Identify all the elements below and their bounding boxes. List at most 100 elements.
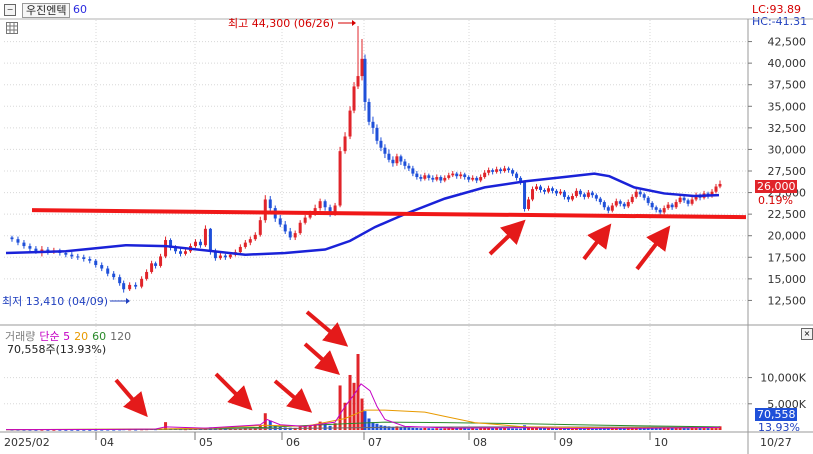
candle-body (22, 242, 26, 247)
candle-body (238, 246, 242, 253)
candle-body (630, 196, 634, 203)
candle-body (614, 201, 618, 206)
candle-body (546, 188, 550, 192)
candle-body (415, 173, 419, 178)
candle-body (483, 172, 487, 178)
volume-bar (503, 428, 507, 430)
candle-body (150, 263, 154, 272)
candle-body (662, 208, 666, 213)
price-tick-label: 37,500 (768, 79, 807, 92)
candle-body (562, 191, 566, 197)
candle-body (64, 252, 68, 255)
candle-body (574, 190, 578, 197)
candle-body (638, 191, 642, 195)
candle-body (658, 209, 662, 213)
volume-bar (475, 428, 479, 430)
volume-bar (491, 428, 495, 430)
candle-body (475, 177, 479, 181)
volume-bar (479, 428, 483, 430)
candle-body (159, 256, 163, 266)
candle-body (455, 173, 459, 177)
annotation-arrow (273, 379, 313, 413)
volume-bar (415, 428, 419, 430)
candle-body (128, 284, 132, 290)
volume-bar (375, 423, 379, 430)
candle-body (558, 191, 562, 194)
candle-body (154, 263, 158, 266)
candle-body (122, 283, 126, 290)
volume-bar (554, 428, 558, 430)
volume-bar (467, 428, 471, 430)
candle-body (594, 195, 598, 199)
last-volume-tag: 70,558 (755, 408, 797, 421)
candle-body (134, 284, 138, 287)
candle-body (28, 246, 32, 249)
candle-body (367, 101, 371, 122)
candle-body (268, 199, 272, 209)
candle-body (622, 203, 626, 207)
x-tick-label: 04 (100, 436, 114, 449)
candle-body (626, 202, 630, 207)
candle-body (411, 168, 415, 174)
volume-bar (348, 374, 352, 430)
volume-bar (419, 428, 423, 430)
candle-body (431, 177, 435, 180)
volume-bar (360, 398, 364, 430)
candle-body (523, 182, 527, 209)
close-icon[interactable]: × (801, 328, 813, 340)
candle-body (447, 175, 451, 178)
candle-body (566, 196, 570, 200)
price-tick-label: 15,000 (768, 273, 807, 286)
annotation-arrow (214, 372, 253, 411)
volume-bar (698, 428, 702, 430)
candle-body (507, 168, 511, 171)
candle-body (439, 177, 443, 181)
price-tick-label: 32,500 (768, 122, 807, 135)
candle-body (634, 191, 638, 197)
candle-body (435, 177, 439, 180)
candle-body (352, 86, 356, 111)
volume-bar (686, 428, 690, 430)
candle-body (718, 183, 722, 187)
volume-bar (515, 428, 519, 430)
candle-body (318, 201, 322, 209)
high-pointer-head (352, 20, 356, 26)
price-chart: 12,50015,00017,50020,00022,50025,00027,5… (0, 17, 813, 454)
price-tick-label: 30,000 (768, 143, 807, 156)
candle-body (610, 205, 614, 211)
candle-body (94, 260, 98, 266)
candle-body (391, 159, 395, 164)
candle-body (288, 231, 292, 238)
x-tick-label: 10/27 (760, 436, 792, 449)
candle-body (491, 170, 495, 172)
candle-body (495, 169, 499, 172)
low-pointer-head (126, 298, 130, 304)
annotation-arrow (582, 223, 612, 261)
price-tick-label: 12,500 (768, 294, 807, 307)
volume-bar (594, 428, 598, 430)
candle-body (82, 257, 86, 260)
candle-body (463, 174, 467, 178)
candle-body (379, 140, 383, 148)
candle-body (10, 237, 14, 240)
volume-bar (542, 428, 546, 430)
candle-body (179, 251, 183, 254)
price-tick-label: 20,000 (768, 230, 807, 243)
candle-body (118, 277, 122, 284)
volume-bar (423, 427, 427, 430)
candle-body (686, 200, 690, 204)
x-tick-label: 08 (473, 436, 487, 449)
candle-body (100, 265, 104, 269)
candle-body (471, 177, 475, 180)
candle-body (348, 110, 352, 137)
volume-bar (550, 428, 554, 430)
candle-body (70, 254, 74, 257)
price-tick-label: 27,500 (768, 165, 807, 178)
candle-body (371, 121, 375, 128)
x-tick-label: 10 (654, 436, 668, 449)
candle-body (499, 169, 503, 171)
candle-body (714, 186, 718, 192)
candle-body (539, 186, 543, 190)
candle-body (383, 147, 387, 154)
volume-bar (427, 428, 431, 430)
